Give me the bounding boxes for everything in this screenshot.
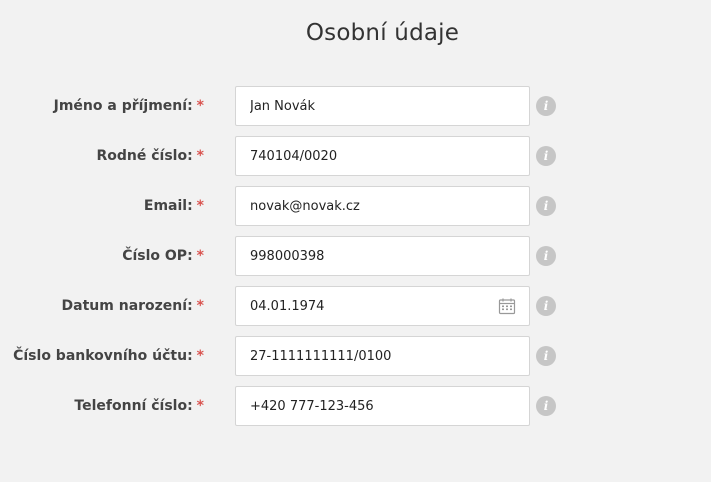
info-icon[interactable]: i	[536, 146, 556, 166]
birth-number-field[interactable]	[235, 136, 530, 176]
birth-date-field[interactable]	[235, 286, 530, 326]
required-marker: *	[196, 248, 204, 264]
form-row-phone: Telefonní číslo:* i	[0, 386, 711, 426]
email-label: Email: *	[144, 186, 204, 226]
calendar-icon[interactable]	[498, 297, 516, 315]
required-marker: *	[196, 348, 204, 364]
id-card-label: Číslo OP: *	[122, 236, 204, 276]
full-name-label-text: Jméno a příjmení:	[53, 98, 193, 114]
info-icon[interactable]: i	[536, 346, 556, 366]
info-icon[interactable]: i	[536, 196, 556, 216]
bank-account-field[interactable]	[235, 336, 530, 376]
form-row-birth-date: Datum narození:* i	[0, 286, 711, 326]
required-marker: *	[196, 148, 204, 164]
email-label-text: Email:	[143, 198, 193, 214]
info-icon[interactable]: i	[536, 396, 556, 416]
info-icon[interactable]: i	[536, 296, 556, 316]
form-row-bank-account: Číslo bankovního účtu:* i	[0, 336, 711, 376]
form-row-email: Email:* i	[0, 186, 711, 226]
phone-field[interactable]	[235, 386, 530, 426]
bank-account-label-text: Číslo bankovního účtu:	[13, 348, 193, 364]
required-marker: *	[196, 298, 204, 314]
info-icon[interactable]: i	[536, 96, 556, 116]
required-marker: *	[196, 398, 204, 414]
page-title: Osobní údaje	[305, 20, 460, 46]
bank-account-label: Číslo bankovního účtu: *	[13, 336, 204, 376]
birth-date-label: Datum narození: *	[62, 286, 204, 326]
required-marker: *	[196, 198, 204, 214]
id-card-label-text: Číslo OP:	[122, 248, 193, 264]
form-row-id-card: Číslo OP:* i	[0, 236, 711, 276]
full-name-label: Jméno a příjmení: *	[54, 86, 204, 126]
phone-label-text: Telefonní číslo:	[74, 398, 193, 414]
email-field[interactable]	[235, 186, 530, 226]
form-row-birth-number: Rodné číslo:* i	[0, 136, 711, 176]
birth-number-label-text: Rodné číslo:	[96, 148, 193, 164]
full-name-field[interactable]	[235, 86, 530, 126]
info-icon[interactable]: i	[536, 246, 556, 266]
id-card-field[interactable]	[235, 236, 530, 276]
birth-date-label-text: Datum narození:	[61, 298, 193, 314]
birth-number-label: Rodné číslo: *	[96, 136, 204, 176]
phone-label: Telefonní číslo: *	[74, 386, 204, 426]
form-row-full-name: Jméno a příjmení:* i	[0, 86, 711, 126]
required-marker: *	[196, 98, 204, 114]
